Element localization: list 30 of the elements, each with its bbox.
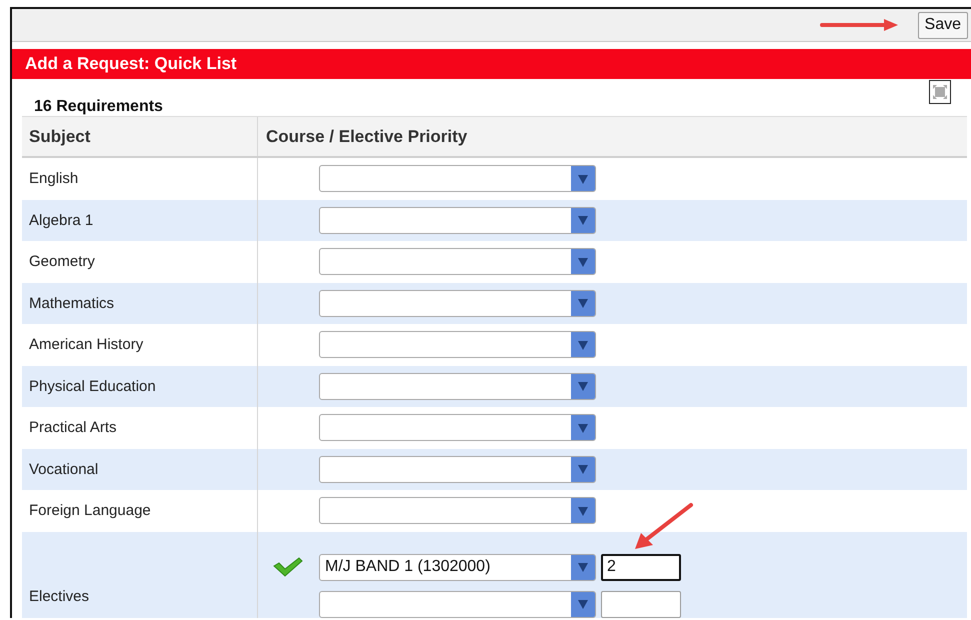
course-dropdown[interactable] — [319, 331, 596, 358]
subject-label: American History — [29, 336, 144, 354]
requirements-count: 16 Requirements — [34, 98, 163, 116]
column-header: Subject — [22, 117, 258, 156]
subject-label: English — [29, 170, 78, 188]
subject-label: Practical Arts — [29, 419, 117, 436]
course-dropdown[interactable] — [319, 372, 596, 400]
subject-label: Electives — [29, 588, 90, 605]
subject-label: Mathematics — [29, 294, 114, 312]
course-dropdown[interactable] — [319, 414, 596, 442]
expand-icon[interactable] — [929, 80, 951, 104]
course-dropdown[interactable] — [319, 456, 596, 483]
course-dropdown[interactable] — [319, 497, 596, 524]
subject-label: Geometry — [29, 253, 95, 270]
checkmark-icon — [273, 557, 303, 577]
course-dropdown[interactable] — [319, 165, 596, 192]
course-dropdown[interactable] — [319, 290, 596, 317]
subject-label: Vocational — [29, 460, 98, 478]
course-dropdown[interactable] — [319, 590, 596, 618]
save-button[interactable]: Save — [918, 12, 968, 38]
panel-title: Add a Request: Quick List — [12, 49, 971, 79]
subject-label: Foreign Language — [29, 502, 151, 520]
column-header: Course / Elective Priority — [265, 126, 468, 148]
course-dropdown[interactable] — [319, 248, 596, 276]
subject-label: Physical Education — [29, 378, 156, 395]
subject-label: Algebra 1 — [29, 212, 94, 229]
priority-field[interactable]: 2 — [601, 554, 681, 580]
course-dropdown[interactable] — [319, 206, 596, 234]
course-dropdown[interactable]: M/J BAND 1 (1302000) — [319, 554, 596, 580]
priority-field[interactable] — [601, 590, 681, 618]
